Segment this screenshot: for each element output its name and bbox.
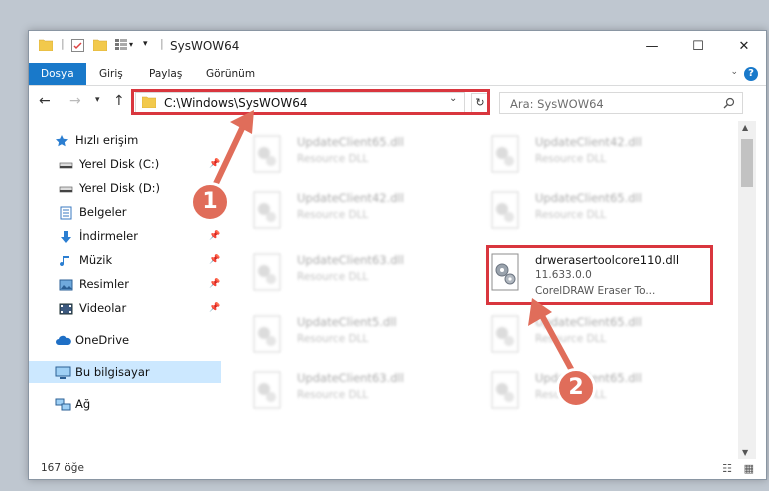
step-marker-2: 2	[556, 368, 596, 408]
arrow-one	[209, 120, 248, 194]
step-marker-1: 1	[190, 182, 230, 222]
annotation-arrows	[209, 110, 579, 380]
